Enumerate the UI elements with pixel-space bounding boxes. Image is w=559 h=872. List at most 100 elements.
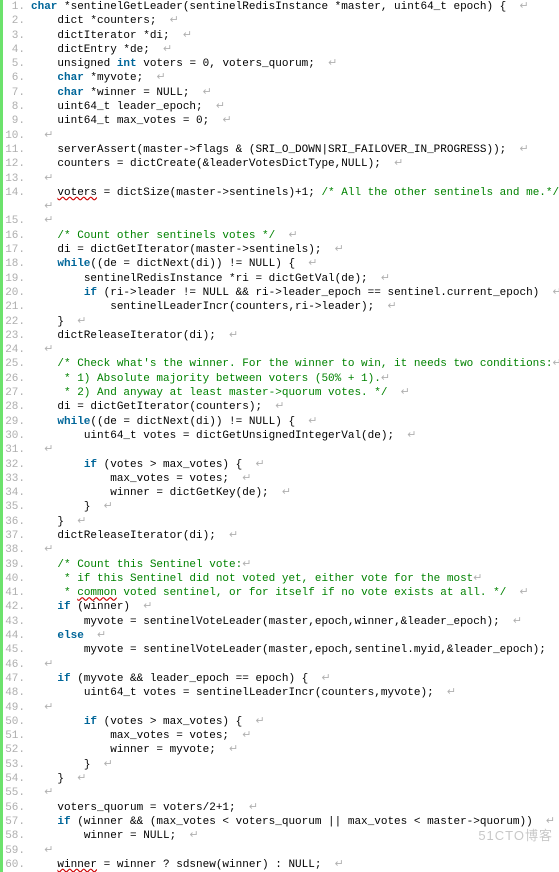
code-line: 9. uint64_t max_votes = 0; ↵	[3, 114, 559, 128]
line-number: 10.	[3, 129, 31, 143]
eol-marker: ↵	[387, 301, 396, 313]
eol-marker: ↵	[44, 201, 53, 213]
eol-marker: ↵	[255, 716, 264, 728]
line-number: 20.	[3, 286, 31, 300]
eol-marker: ↵	[44, 215, 53, 227]
eol-marker: ↵	[104, 759, 113, 771]
code-content: ↵	[31, 786, 559, 800]
code-line: 52. winner = myvote; ↵	[3, 743, 559, 757]
code-line: 15. ↵	[3, 214, 559, 228]
line-number: 4.	[3, 43, 31, 57]
code-content: dictReleaseIterator(di); ↵	[31, 329, 559, 343]
code-content: dict *counters; ↵	[31, 14, 559, 28]
code-content: char *winner = NULL; ↵	[31, 86, 559, 100]
code-line: 10. ↵	[3, 129, 559, 143]
line-number: 52.	[3, 743, 31, 757]
line-number: 3.	[3, 29, 31, 43]
line-number: 54.	[3, 772, 31, 786]
eol-marker: ↵	[143, 601, 152, 613]
line-number: 26.	[3, 372, 31, 386]
line-number: 47.	[3, 672, 31, 686]
eol-marker: ↵	[407, 430, 416, 442]
line-number: 22.	[3, 315, 31, 329]
eol-marker: ↵	[275, 401, 284, 413]
code-content: ↵	[31, 343, 559, 357]
code-content: di = dictGetIterator(counters); ↵	[31, 400, 559, 414]
code-line: 20. if (ri->leader != NULL && ri->leader…	[3, 286, 559, 300]
code-content: /* Count this Sentinel vote:↵	[31, 558, 559, 572]
code-line: 39. /* Count this Sentinel vote:↵	[3, 558, 559, 572]
code-line: 51. max_votes = votes; ↵	[3, 729, 559, 743]
eol-marker: ↵	[229, 530, 238, 542]
code-line: 54. } ↵	[3, 772, 559, 786]
line-number: 7.	[3, 86, 31, 100]
line-number: 50.	[3, 715, 31, 729]
code-content: if (winner) ↵	[31, 600, 559, 614]
code-content: ↵	[31, 200, 559, 214]
code-line: 4. dictEntry *de; ↵	[3, 43, 559, 57]
code-content: uint64_t votes = sentinelLeaderIncr(coun…	[31, 686, 559, 700]
code-line: 19. sentinelRedisInstance *ri = dictGetV…	[3, 272, 559, 286]
code-content: voters_quorum = voters/2+1; ↵	[31, 801, 559, 815]
line-number: 8.	[3, 100, 31, 114]
eol-marker: ↵	[229, 744, 238, 756]
eol-marker: ↵	[183, 30, 192, 42]
code-content: } ↵	[31, 500, 559, 514]
eol-marker: ↵	[282, 487, 291, 499]
line-number: 58.	[3, 829, 31, 843]
code-line: 3. dictIterator *di; ↵	[3, 29, 559, 43]
eol-marker: ↵	[222, 115, 231, 127]
code-line: 8. uint64_t leader_epoch; ↵	[3, 100, 559, 114]
line-number: 2.	[3, 14, 31, 28]
code-line: 50. if (votes > max_votes) { ↵	[3, 715, 559, 729]
line-number: 13.	[3, 172, 31, 186]
code-content: serverAssert(master->flags & (SRI_O_DOWN…	[31, 143, 559, 157]
code-content: else ↵	[31, 629, 559, 643]
line-number	[3, 200, 31, 214]
eol-marker: ↵	[242, 559, 251, 571]
code-line: 42. if (winner) ↵	[3, 600, 559, 614]
code-content: /* Count other sentinels votes */ ↵	[31, 229, 559, 243]
eol-marker: ↵	[77, 773, 86, 785]
eol-marker: ↵	[328, 58, 337, 70]
line-number: 37.	[3, 529, 31, 543]
eol-marker: ↵	[308, 416, 317, 428]
code-content: char *myvote; ↵	[31, 71, 559, 85]
code-line: 34. winner = dictGetKey(de); ↵	[3, 486, 559, 500]
eol-marker: ↵	[229, 330, 238, 342]
line-number: 44.	[3, 629, 31, 643]
eol-marker: ↵	[44, 787, 53, 799]
code-content: ↵	[31, 543, 559, 557]
line-number: 56.	[3, 801, 31, 815]
code-content: * if this Sentinel did not voted yet, ei…	[31, 572, 559, 586]
code-content: } ↵	[31, 758, 559, 772]
eol-marker: ↵	[104, 501, 113, 513]
line-number: 32.	[3, 458, 31, 472]
eol-marker: ↵	[44, 659, 53, 671]
code-line: 14. voters = dictSize(master->sentinels)…	[3, 186, 559, 200]
eol-marker: ↵	[520, 587, 529, 599]
code-line: 29. while((de = dictNext(di)) != NULL) {…	[3, 415, 559, 429]
code-line: 1.char *sentinelGetLeader(sentinelRedisI…	[3, 0, 559, 14]
code-line: 53. } ↵	[3, 758, 559, 772]
eol-marker: ↵	[519, 144, 528, 156]
code-content: uint64_t max_votes = 0; ↵	[31, 114, 559, 128]
code-line: 2. dict *counters; ↵	[3, 14, 559, 28]
code-line: 30. uint64_t votes = dictGetUnsignedInte…	[3, 429, 559, 443]
eol-marker: ↵	[170, 15, 179, 27]
eol-marker: ↵	[77, 316, 86, 328]
line-number: 25.	[3, 357, 31, 371]
eol-marker: ↵	[335, 244, 344, 256]
code-content: * 2) And anyway at least master->quorum …	[31, 386, 559, 400]
code-content: voters = dictSize(master->sentinels)+1; …	[31, 186, 559, 200]
eol-marker: ↵	[513, 616, 522, 628]
code-content: if (winner && (max_votes < voters_quorum…	[31, 815, 559, 829]
code-line: 45. myvote = sentinelVoteLeader(master,e…	[3, 643, 559, 657]
line-number: 1.	[3, 0, 31, 14]
eol-marker: ↵	[163, 44, 172, 56]
eol-marker: ↵	[44, 544, 53, 556]
line-number: 49.	[3, 701, 31, 715]
code-content: dictIterator *di; ↵	[31, 29, 559, 43]
code-content: uint64_t votes = dictGetUnsignedIntegerV…	[31, 429, 559, 443]
code-line: 16. /* Count other sentinels votes */ ↵	[3, 229, 559, 243]
